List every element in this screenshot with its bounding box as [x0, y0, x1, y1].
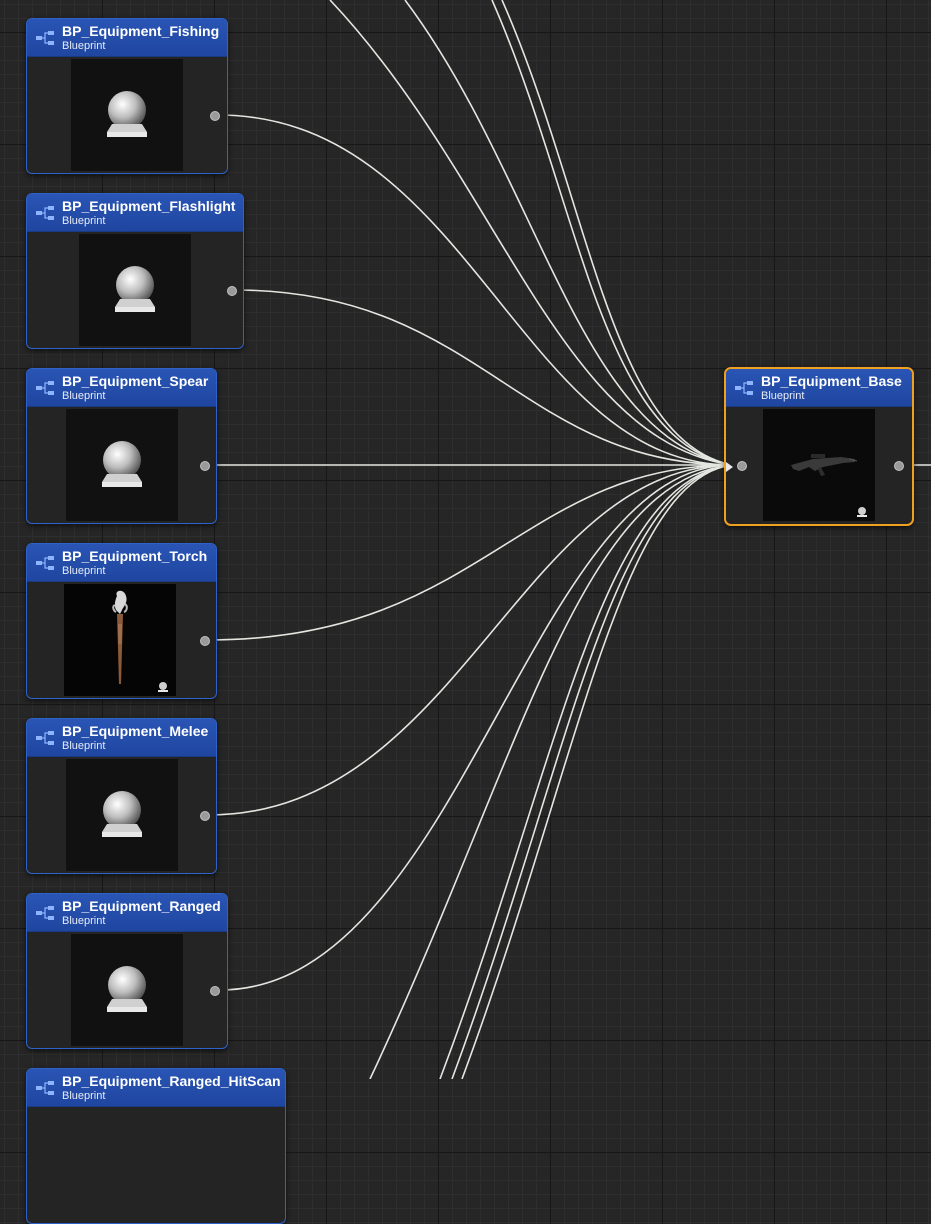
- output-pin[interactable]: [227, 286, 237, 296]
- node-subtitle: Blueprint: [62, 390, 106, 402]
- blueprint-hierarchy-icon: [36, 31, 54, 45]
- node-subtitle: Blueprint: [62, 215, 106, 227]
- sphere-icon: [107, 91, 147, 137]
- node-bp-equipment-ranged[interactable]: BP_Equipment_Ranged Blueprint: [26, 893, 228, 1049]
- output-pin[interactable]: [210, 111, 220, 121]
- node-bp-equipment-flashlight[interactable]: BP_Equipment_Flashlight Blueprint: [26, 193, 244, 349]
- node-bp-equipment-spear[interactable]: BP_Equipment_Spear Blueprint: [26, 368, 217, 524]
- wire-torch: [207, 464, 733, 641]
- wire-offscreen-6: [439, 464, 733, 1079]
- sphere-badge-icon: [158, 682, 168, 692]
- node-title: BP_Equipment_Torch: [62, 548, 208, 564]
- sphere-icon: [102, 441, 142, 487]
- node-subtitle: Blueprint: [761, 390, 805, 402]
- torch-icon: [112, 590, 128, 684]
- node-bp-equipment-melee[interactable]: BP_Equipment_Melee Blueprint: [26, 718, 217, 874]
- node-header: BP_Equipment_Spear Blueprint: [27, 369, 216, 407]
- output-pin[interactable]: [210, 986, 220, 996]
- rifle-icon: [791, 454, 858, 476]
- input-pin[interactable]: [737, 461, 747, 471]
- wire-flashlight: [234, 289, 733, 466]
- node-subtitle: Blueprint: [62, 565, 106, 577]
- wire-offscreen-8: [461, 464, 733, 1079]
- node-header: BP_Equipment_Ranged Blueprint: [27, 894, 227, 932]
- node-title: BP_Equipment_Fishing: [62, 23, 220, 39]
- wire-melee: [207, 464, 733, 816]
- node-subtitle: Blueprint: [62, 915, 106, 927]
- node-subtitle: Blueprint: [62, 40, 106, 52]
- blueprint-hierarchy-icon: [36, 381, 54, 395]
- blueprint-hierarchy-icon: [735, 381, 753, 395]
- wire-offscreen-1: [329, 0, 733, 466]
- node-bp-equipment-base[interactable]: BP_Equipment_Base Blueprint: [724, 367, 914, 526]
- node-header: BP_Equipment_Fishing Blueprint: [27, 19, 227, 57]
- wire-offscreen-4: [501, 0, 733, 466]
- node-header: BP_Equipment_Ranged_HitScan Blueprint: [27, 1069, 285, 1107]
- node-thumbnail: [79, 234, 191, 346]
- node-title: BP_Equipment_Spear: [62, 373, 209, 389]
- node-title: BP_Equipment_Ranged: [62, 898, 221, 914]
- output-pin[interactable]: [200, 811, 210, 821]
- node-title: BP_Equipment_Flashlight: [62, 198, 236, 214]
- node-thumbnail: [763, 409, 875, 521]
- node-subtitle: Blueprint: [62, 740, 106, 752]
- node-thumbnail: [71, 934, 183, 1046]
- node-header: BP_Equipment_Base Blueprint: [726, 369, 912, 407]
- node-bp-equipment-fishing[interactable]: BP_Equipment_Fishing Blueprint: [26, 18, 228, 174]
- node-header: BP_Equipment_Melee Blueprint: [27, 719, 216, 757]
- wire-offscreen-2: [404, 0, 733, 466]
- node-thumbnail: [66, 759, 178, 871]
- sphere-icon: [107, 966, 147, 1012]
- wire-offscreen-3: [491, 0, 733, 466]
- blueprint-hierarchy-icon: [36, 1081, 54, 1095]
- wire-ranged: [219, 464, 733, 991]
- blueprint-hierarchy-icon: [36, 906, 54, 920]
- wire-offscreen-7: [451, 464, 733, 1079]
- node-header: BP_Equipment_Torch Blueprint: [27, 544, 216, 582]
- wire-offscreen-5: [369, 464, 733, 1079]
- sphere-badge-icon: [857, 507, 867, 517]
- output-pin[interactable]: [200, 636, 210, 646]
- node-title: BP_Equipment_Melee: [62, 723, 209, 739]
- blueprint-hierarchy-icon: [36, 206, 54, 220]
- node-thumbnail: [64, 584, 176, 696]
- node-header: BP_Equipment_Flashlight Blueprint: [27, 194, 243, 232]
- output-pin[interactable]: [200, 461, 210, 471]
- node-thumbnail: [66, 409, 178, 521]
- node-thumbnail: [71, 59, 183, 171]
- node-title: BP_Equipment_Ranged_HitScan: [62, 1073, 281, 1089]
- node-subtitle: Blueprint: [62, 1090, 106, 1102]
- node-bp-equipment-torch[interactable]: BP_Equipment_Torch Blueprint: [26, 543, 217, 699]
- input-pin-arrow: [726, 462, 733, 472]
- node-bp-equipment-ranged-hitscan[interactable]: BP_Equipment_Ranged_HitScan Blueprint: [26, 1068, 286, 1224]
- output-pin[interactable]: [894, 461, 904, 471]
- node-title: BP_Equipment_Base: [761, 373, 902, 389]
- blueprint-hierarchy-icon: [36, 556, 54, 570]
- wire-fishing: [217, 114, 733, 466]
- sphere-icon: [102, 791, 142, 837]
- sphere-icon: [115, 266, 155, 312]
- blueprint-hierarchy-icon: [36, 731, 54, 745]
